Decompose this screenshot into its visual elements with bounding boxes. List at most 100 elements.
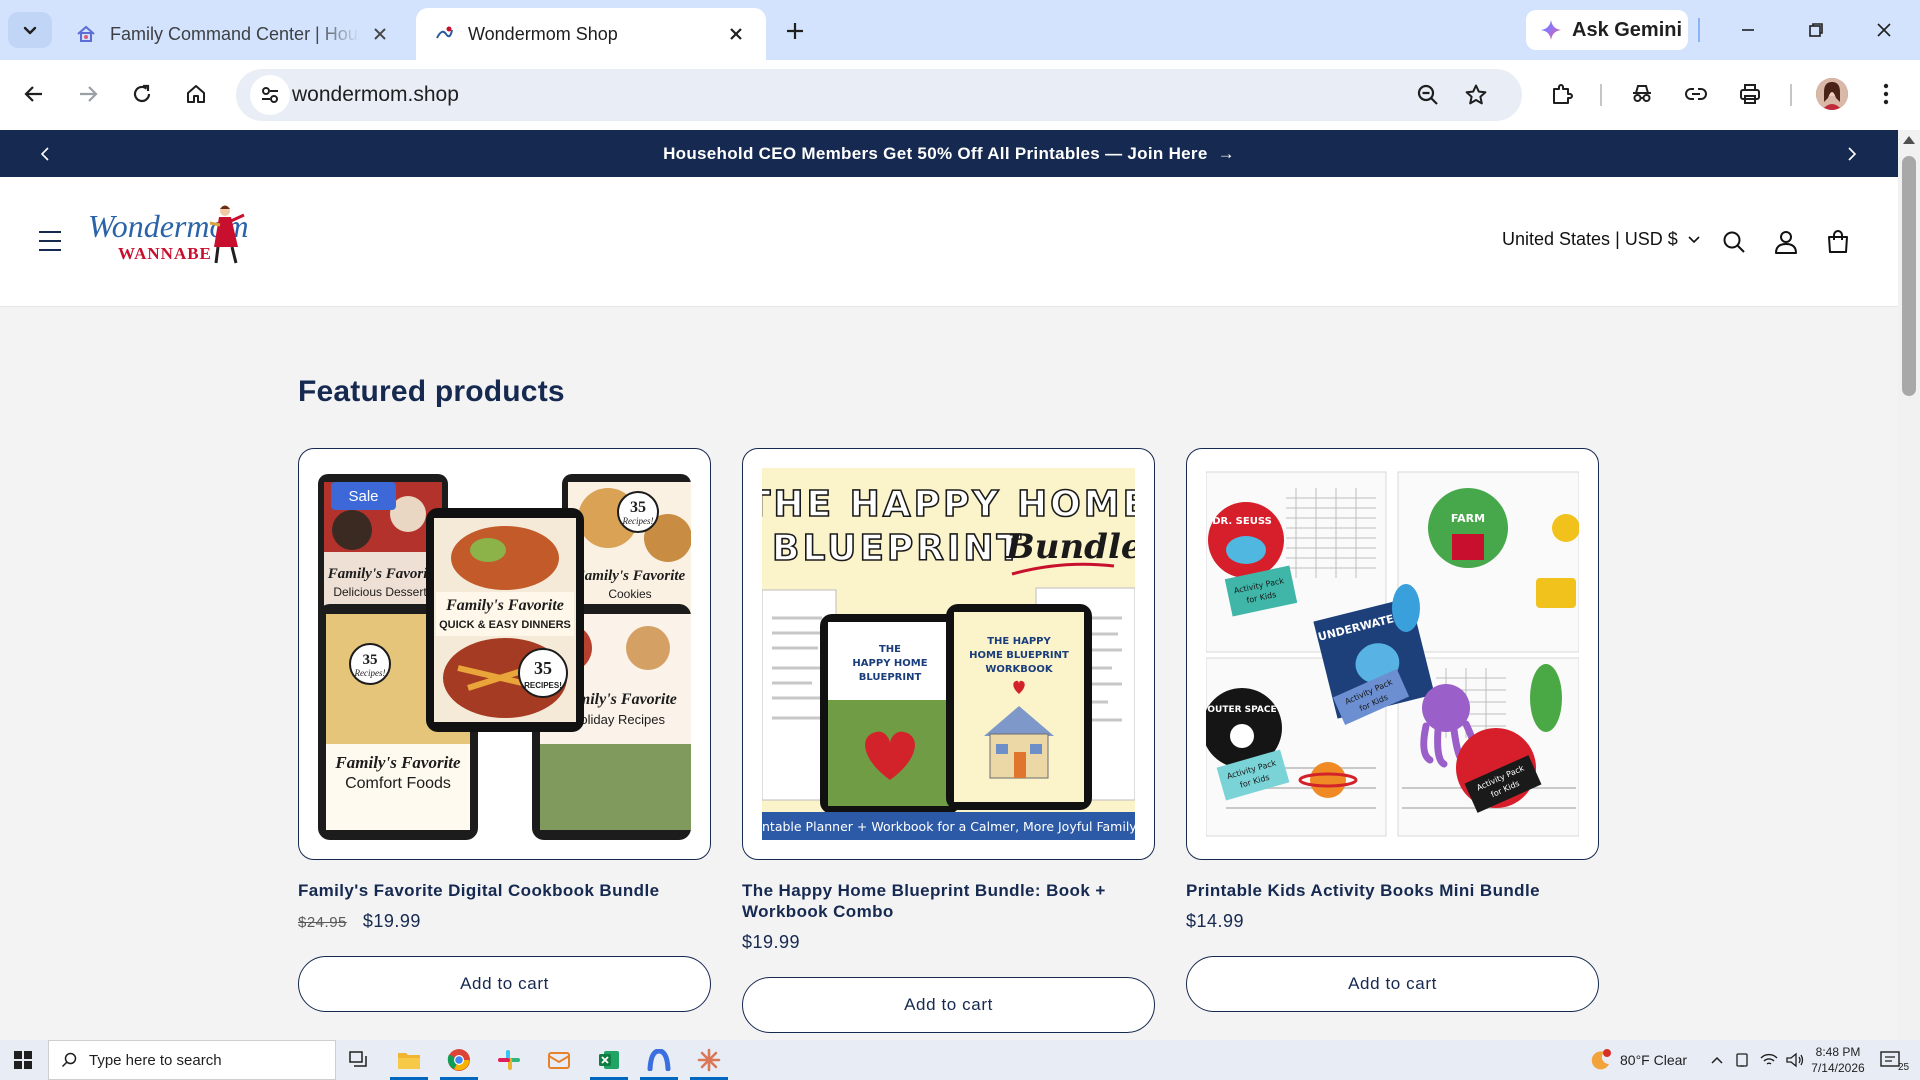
- announcement-next-button[interactable]: [1840, 142, 1864, 166]
- weather-widget[interactable]: 80°F Clear: [1588, 1040, 1687, 1080]
- slack-icon: [498, 1050, 520, 1070]
- add-to-cart-button[interactable]: Add to cart: [742, 977, 1155, 1033]
- toolbar-separator: [1600, 84, 1602, 106]
- account-button[interactable]: [1771, 227, 1801, 257]
- page-scrollbar[interactable]: [1898, 130, 1920, 1040]
- incognito-button[interactable]: [1622, 74, 1662, 114]
- minimize-icon: [1742, 29, 1754, 31]
- kebab-menu-icon: [1883, 83, 1889, 105]
- claude-app[interactable]: [686, 1040, 732, 1080]
- start-button[interactable]: [0, 1040, 46, 1080]
- zoom-out-icon: [1417, 84, 1438, 105]
- cart-button[interactable]: [1823, 227, 1853, 257]
- arc-icon: [647, 1049, 671, 1071]
- country-currency-selector[interactable]: United States | USD $: [1502, 229, 1700, 250]
- art-text: Recipes!: [622, 516, 654, 526]
- ask-gemini-button[interactable]: Ask Gemini: [1526, 10, 1688, 50]
- product-card: DR. SEUSS Activity Pack for Kids FARM UN…: [1186, 448, 1599, 1012]
- zoom-button[interactable]: [1412, 79, 1444, 111]
- add-to-cart-button[interactable]: Add to cart: [1186, 956, 1599, 1012]
- arrow-right-icon: [80, 86, 98, 102]
- regular-price: $19.99: [742, 932, 801, 952]
- arrow-right-icon: →: [1217, 143, 1235, 163]
- art-text: Bundle: [1005, 527, 1135, 567]
- chevron-right-icon: [1848, 147, 1857, 161]
- print-button[interactable]: [1730, 74, 1770, 114]
- arc-app[interactable]: [636, 1040, 682, 1080]
- reload-icon: [133, 84, 151, 103]
- taskbar-search-placeholder: Type here to search: [89, 1051, 222, 1069]
- announcement-prev-button[interactable]: [33, 142, 57, 166]
- profile-avatar[interactable]: [1816, 78, 1848, 110]
- plus-icon: [787, 23, 803, 39]
- site-header: Wondermom WANNABE United States | USD $: [0, 177, 1898, 307]
- close-tab-icon[interactable]: [724, 22, 748, 46]
- search-button[interactable]: [1719, 227, 1749, 257]
- product-image[interactable]: Sale Family's Favorite Delicious Dessert…: [298, 448, 711, 860]
- task-view-button[interactable]: [336, 1040, 382, 1080]
- mail-app[interactable]: [536, 1040, 582, 1080]
- tab-title: Family Command Center | Hous: [110, 23, 360, 44]
- regular-price: $14.99: [1186, 911, 1245, 931]
- site-info-button[interactable]: [250, 75, 290, 115]
- new-tab-button[interactable]: [780, 16, 810, 46]
- product-title[interactable]: Printable Kids Activity Books Mini Bundl…: [1186, 880, 1599, 901]
- scroll-thumb[interactable]: [1902, 156, 1916, 396]
- tab-wondermom-shop[interactable]: Wondermom Shop: [416, 8, 766, 60]
- excel-app[interactable]: [586, 1040, 632, 1080]
- close-window-button[interactable]: [1856, 10, 1912, 50]
- close-icon: [1877, 23, 1891, 37]
- home-button[interactable]: [176, 74, 216, 114]
- cookbook-bundle-art: Family's Favorite Delicious Desserts 35 …: [318, 468, 691, 840]
- tab-family-command-center[interactable]: Family Command Center | Hous: [58, 8, 410, 60]
- product-image[interactable]: THE HAPPY HOME BLUEPRINT Bundle THE HAPP…: [742, 448, 1155, 860]
- ask-gemini-label: Ask Gemini: [1572, 18, 1683, 41]
- task-view-icon: [349, 1051, 367, 1067]
- taskbar-search-box[interactable]: Type here to search: [48, 1040, 336, 1080]
- printer-icon: [1740, 84, 1760, 104]
- logo-subtext: WANNABE: [118, 244, 212, 263]
- add-to-cart-button[interactable]: Add to cart: [298, 956, 711, 1012]
- close-tab-icon[interactable]: [368, 22, 392, 46]
- forward-button[interactable]: [68, 74, 108, 114]
- art-text: BLUEPRINT: [859, 672, 922, 683]
- meet-now-icon: [1736, 1053, 1748, 1067]
- notification-center-button[interactable]: 25: [1880, 1040, 1909, 1080]
- reload-button[interactable]: [122, 74, 162, 114]
- extensions-button[interactable]: [1542, 74, 1582, 114]
- restore-button[interactable]: [1788, 10, 1844, 50]
- address-bar[interactable]: wondermom.shop: [236, 69, 1522, 121]
- locale-label: United States | USD $: [1502, 229, 1678, 249]
- product-image[interactable]: DR. SEUSS Activity Pack for Kids FARM UN…: [1186, 448, 1599, 860]
- clock[interactable]: 8:48 PM 7/14/2026: [1798, 1044, 1878, 1076]
- product-card: Sale Family's Favorite Delicious Dessert…: [298, 448, 711, 1012]
- incognito-icon: [1633, 85, 1651, 102]
- product-title[interactable]: Family's Favorite Digital Cookbook Bundl…: [298, 880, 711, 901]
- bookmark-button[interactable]: [1460, 79, 1492, 111]
- puzzle-icon: [1553, 84, 1573, 104]
- announcement-bar[interactable]: Household CEO Members Get 50% Off All Pr…: [0, 130, 1898, 177]
- featured-products-heading: Featured products: [298, 375, 565, 408]
- window-separator: [1698, 18, 1700, 42]
- chevron-down-icon: [23, 26, 37, 35]
- product-title[interactable]: The Happy Home Blueprint Bundle: Book + …: [742, 880, 1155, 922]
- art-text: Delicious Desserts: [333, 585, 432, 599]
- tab-search-button[interactable]: [8, 12, 52, 48]
- art-text: FARM: [1451, 512, 1485, 525]
- minimize-button[interactable]: [1720, 10, 1776, 50]
- url-text[interactable]: wondermom.shop: [292, 83, 459, 107]
- announcement-text[interactable]: Household CEO Members Get 50% Off All Pr…: [663, 144, 1208, 164]
- scroll-up-arrow[interactable]: [1903, 136, 1915, 144]
- slack-app[interactable]: [486, 1040, 532, 1080]
- back-button[interactable]: [14, 74, 54, 114]
- file-explorer-app[interactable]: [386, 1040, 432, 1080]
- menu-drawer-button[interactable]: [34, 227, 66, 255]
- menu-button[interactable]: [1866, 74, 1906, 114]
- system-tray[interactable]: [1710, 1040, 1804, 1080]
- star-icon: [1465, 84, 1487, 105]
- art-text: Family's Favorite: [327, 566, 439, 582]
- chrome-app[interactable]: [436, 1040, 482, 1080]
- copy-link-button[interactable]: [1676, 74, 1716, 114]
- site-logo[interactable]: Wondermom WANNABE: [86, 203, 252, 271]
- browser-tab-strip: Family Command Center | Hous Wondermom S…: [0, 0, 1920, 60]
